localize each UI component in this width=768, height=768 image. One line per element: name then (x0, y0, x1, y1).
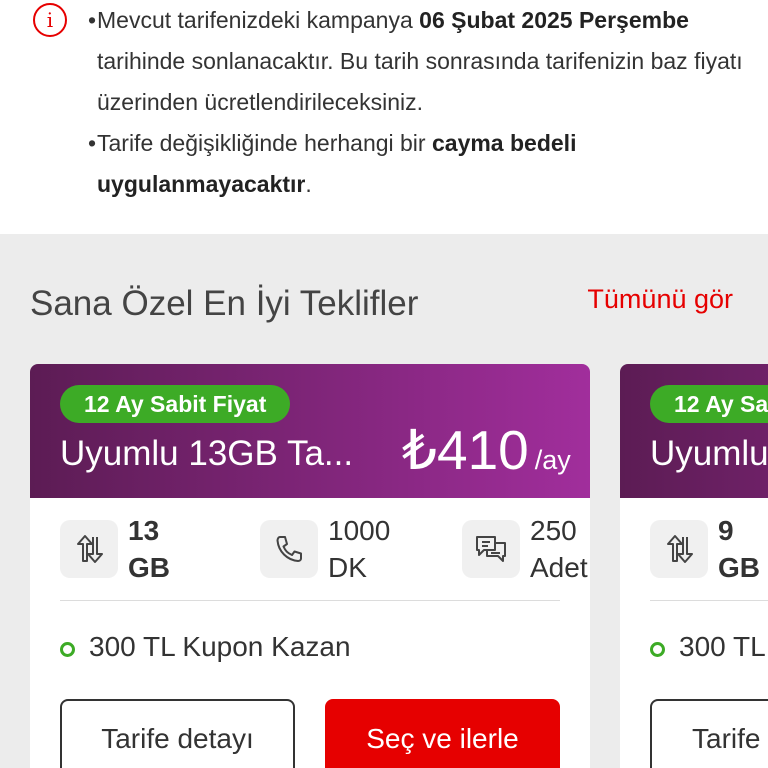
data-transfer-icon (650, 520, 708, 578)
feature-value: 1000 DK (328, 515, 391, 583)
price-period: /ay (534, 445, 571, 475)
divider (650, 600, 768, 601)
benefit-text: 300 TL (679, 631, 766, 662)
plan-features: 13 GB 1000 DK 250 Adet (60, 512, 588, 602)
campaign-notice: i Mevcut tarifenizdeki kampanya 06 Şubat… (0, 0, 768, 234)
info-circle-icon: i (33, 3, 67, 37)
message-icon (462, 520, 520, 578)
bullet-circle-icon (60, 642, 75, 657)
campaign-end-date: 06 Şubat 2025 Perşembe (419, 7, 689, 33)
plan-price: ₺410/ay (402, 418, 571, 482)
bullet-circle-icon (650, 642, 665, 657)
data-transfer-icon (60, 520, 118, 578)
plan-name: Uyumlu 13GB Ta... (60, 434, 354, 473)
notice-text: Mevcut tarifenizdeki kampanya (97, 7, 420, 33)
offer-card[interactable]: 12 Ay Sa Uyumlu 9 GB 300 TL Tarife (620, 364, 768, 768)
offer-card-header: 12 Ay Sa Uyumlu (620, 364, 768, 498)
feature-value: 9 GB (718, 515, 760, 583)
price-amount: ₺410 (402, 419, 529, 481)
divider (60, 600, 560, 601)
feature-value: 250 Adet (530, 515, 588, 583)
fixed-price-badge: 12 Ay Sabit Fiyat (60, 385, 291, 423)
section-title: Sana Özel En İyi Teklifler (30, 284, 419, 323)
offer-card-header: 12 Ay Sabit Fiyat Uyumlu 13GB Ta... ₺410… (30, 364, 590, 498)
plan-features: 9 GB (650, 512, 768, 602)
fixed-price-badge: 12 Ay Sa (650, 385, 768, 423)
plan-detail-button[interactable]: Tarife detayı (60, 699, 295, 768)
benefit-text: 300 TL Kupon Kazan (89, 631, 351, 662)
plan-name: Uyumlu (650, 434, 768, 473)
feature-value: 13 GB (128, 515, 170, 583)
see-all-link[interactable]: Tümünü gör (587, 284, 733, 315)
phone-icon (260, 520, 318, 578)
notice-bullets: Mevcut tarifenizdeki kampanya 06 Şubat 2… (88, 0, 760, 205)
offers-section: Sana Özel En İyi Teklifler Tümünü gör 12… (0, 234, 768, 768)
select-continue-button[interactable]: Seç ve ilerle (325, 699, 560, 768)
offer-card[interactable]: 12 Ay Sabit Fiyat Uyumlu 13GB Ta... ₺410… (30, 364, 590, 768)
notice-text: Tarife değişikliğinde herhangi bir (97, 130, 432, 156)
notice-bullet-campaign-end: Mevcut tarifenizdeki kampanya 06 Şubat 2… (88, 0, 760, 123)
notice-text: tarihinde sonlanacaktır. Bu tarih sonras… (97, 48, 743, 115)
plan-detail-button[interactable]: Tarife (650, 699, 768, 768)
notice-text: . (305, 171, 312, 197)
notice-bullet-no-fee: Tarife değişikliğinde herhangi bir cayma… (88, 123, 760, 205)
